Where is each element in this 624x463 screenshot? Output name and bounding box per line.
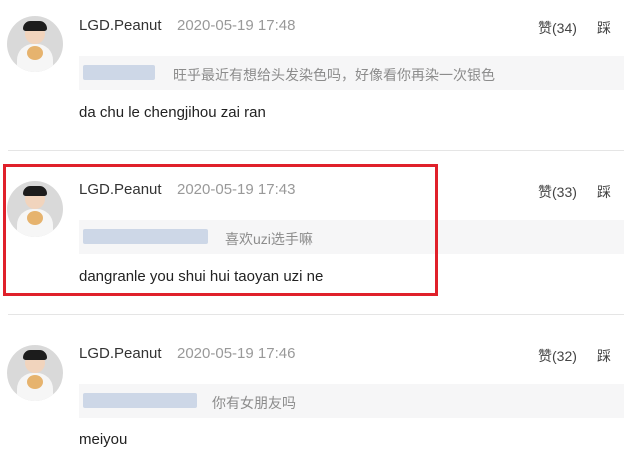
dislike-button[interactable]: 踩 <box>597 18 611 38</box>
quoted-reply: 你有女朋友吗 <box>79 384 624 418</box>
timestamp: 2020-05-19 17:48 <box>177 17 296 34</box>
comment-item: LGD.Peanut 2020-05-19 17:48 赞(34) 踩 旺乎最近… <box>0 0 624 150</box>
quoted-reply-text: 旺乎最近有想给头发染色吗，好像看你再染一次银色 <box>173 67 495 83</box>
dislike-button[interactable]: 踩 <box>597 182 611 202</box>
like-button[interactable]: 赞(33) <box>538 182 577 202</box>
blurred-username <box>83 65 155 80</box>
like-button[interactable]: 赞(32) <box>538 346 577 366</box>
like-button[interactable]: 赞(34) <box>538 18 577 38</box>
avatar[interactable] <box>7 16 63 72</box>
highlight-box <box>3 164 438 296</box>
timestamp: 2020-05-19 17:46 <box>177 345 296 362</box>
comment-content: meiyou <box>79 431 128 448</box>
quoted-reply: 旺乎最近有想给头发染色吗，好像看你再染一次银色 <box>79 56 624 90</box>
comment-content: da chu le chengjihou zai ran <box>79 104 266 121</box>
comment-item: LGD.Peanut 2020-05-19 17:46 赞(32) 踩 你有女朋… <box>0 315 624 463</box>
username[interactable]: LGD.Peanut <box>79 17 162 34</box>
username[interactable]: LGD.Peanut <box>79 345 162 362</box>
dislike-button[interactable]: 踩 <box>597 346 611 366</box>
avatar[interactable] <box>7 345 63 401</box>
quoted-reply-text: 你有女朋友吗 <box>212 395 296 411</box>
blurred-username <box>83 393 197 408</box>
